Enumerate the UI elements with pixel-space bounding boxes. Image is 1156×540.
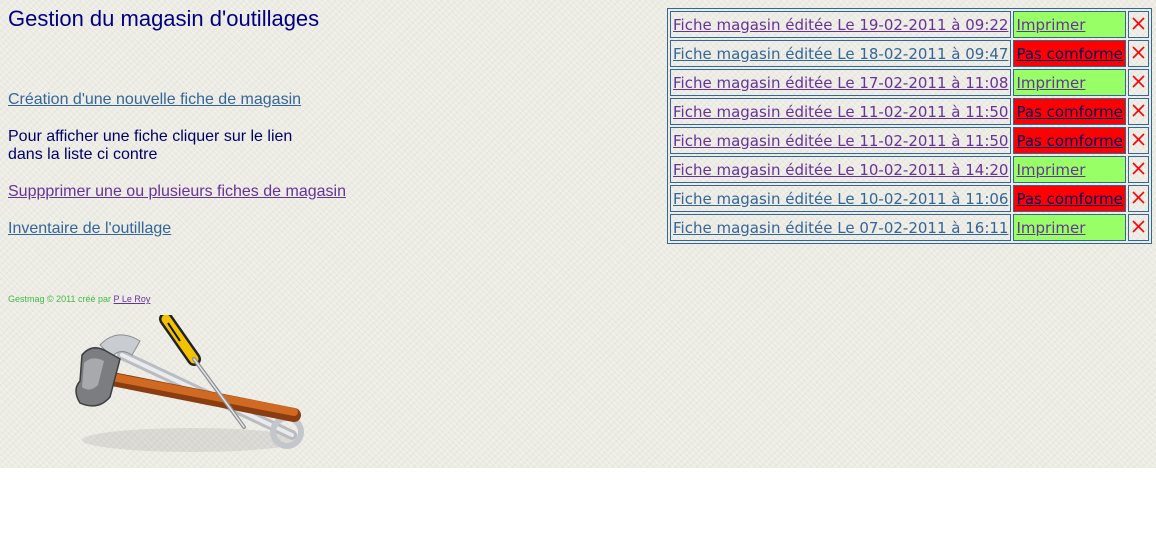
fiches-table: Fiche magasin éditée Le 19-02-2011 à 09:… <box>667 8 1152 244</box>
tools-illustration <box>75 315 304 452</box>
status-cell: Imprimer <box>1013 214 1126 241</box>
delete-cell <box>1127 185 1149 212</box>
fiche-cell: Fiche magasin éditée Le 18-02-2011 à 09:… <box>670 40 1012 67</box>
fiche-row: Fiche magasin éditée Le 10-02-2011 à 11:… <box>670 185 1149 212</box>
close-icon[interactable] <box>1131 132 1146 147</box>
close-icon[interactable] <box>1131 161 1146 176</box>
delete-cell <box>1127 40 1149 67</box>
info-text: Pour afficher une fiche cliquer sur le l… <box>8 128 292 164</box>
delete-cell <box>1127 11 1149 38</box>
fiche-row: Fiche magasin éditée Le 19-02-2011 à 09:… <box>670 11 1149 38</box>
info-line-2: dans la liste ci contre <box>8 146 158 163</box>
fiche-row: Fiche magasin éditée Le 10-02-2011 à 14:… <box>670 156 1149 183</box>
fiche-cell: Fiche magasin éditée Le 10-02-2011 à 11:… <box>670 185 1012 212</box>
fiche-row: Fiche magasin éditée Le 07-02-2011 à 16:… <box>670 214 1149 241</box>
fiche-cell: Fiche magasin éditée Le 07-02-2011 à 16:… <box>670 214 1012 241</box>
fiche-cell: Fiche magasin éditée Le 10-02-2011 à 14:… <box>670 156 1012 183</box>
close-icon[interactable] <box>1131 74 1146 89</box>
fiche-row: Fiche magasin éditée Le 17-02-2011 à 11:… <box>670 69 1149 96</box>
fiche-link[interactable]: Fiche magasin éditée Le 17-02-2011 à 11:… <box>673 74 1008 92</box>
fiche-cell: Fiche magasin éditée Le 11-02-2011 à 11:… <box>670 127 1012 154</box>
fiche-cell: Fiche magasin éditée Le 19-02-2011 à 09:… <box>670 11 1012 38</box>
footer: Gestmag © 2011 créé par P Le Roy <box>8 294 150 304</box>
close-icon[interactable] <box>1131 16 1146 31</box>
delete-cell <box>1127 127 1149 154</box>
status-cell: Pas comforme <box>1013 40 1126 67</box>
fiche-link[interactable]: Fiche magasin éditée Le 07-02-2011 à 16:… <box>673 219 1008 237</box>
status-cell: Imprimer <box>1013 156 1126 183</box>
fiche-link[interactable]: Fiche magasin éditée Le 18-02-2011 à 09:… <box>673 45 1008 63</box>
close-icon[interactable] <box>1131 219 1146 234</box>
footer-text: Gestmag © 2011 créé par <box>8 294 112 304</box>
delete-fiches-link[interactable]: Suppprimer une ou plusieurs fiches de ma… <box>8 183 346 201</box>
fiche-row: Fiche magasin éditée Le 18-02-2011 à 09:… <box>670 40 1149 67</box>
create-fiche-link[interactable]: Création d'une nouvelle fiche de magasin <box>8 91 301 109</box>
info-line-1: Pour afficher une fiche cliquer sur le l… <box>8 128 293 145</box>
print-link[interactable]: Imprimer <box>1016 161 1085 179</box>
print-link[interactable]: Imprimer <box>1016 16 1085 34</box>
status-cell: Pas comforme <box>1013 127 1126 154</box>
inventory-link[interactable]: Inventaire de l'outillage <box>8 220 171 238</box>
delete-cell <box>1127 69 1149 96</box>
non-conform-link[interactable]: Pas comforme <box>1016 103 1122 121</box>
author-link[interactable]: P Le Roy <box>114 294 151 304</box>
status-cell: Pas comforme <box>1013 98 1126 125</box>
screwdriver-icon <box>159 315 246 429</box>
non-conform-link[interactable]: Pas comforme <box>1016 190 1122 208</box>
status-cell: Imprimer <box>1013 11 1126 38</box>
status-cell: Imprimer <box>1013 69 1126 96</box>
non-conform-link[interactable]: Pas comforme <box>1016 45 1122 63</box>
close-icon[interactable] <box>1131 103 1146 118</box>
print-link[interactable]: Imprimer <box>1016 74 1085 92</box>
page-title: Gestion du magasin d'outillages <box>8 6 320 31</box>
fiche-link[interactable]: Fiche magasin éditée Le 10-02-2011 à 11:… <box>673 190 1008 208</box>
status-cell: Pas comforme <box>1013 185 1126 212</box>
delete-cell <box>1127 98 1149 125</box>
fiche-row: Fiche magasin éditée Le 11-02-2011 à 11:… <box>670 127 1149 154</box>
print-link[interactable]: Imprimer <box>1016 219 1085 237</box>
fiche-link[interactable]: Fiche magasin éditée Le 11-02-2011 à 11:… <box>673 132 1008 150</box>
close-icon[interactable] <box>1131 45 1146 60</box>
fiche-link[interactable]: Fiche magasin éditée Le 19-02-2011 à 09:… <box>673 16 1008 34</box>
close-icon[interactable] <box>1131 190 1146 205</box>
delete-cell <box>1127 156 1149 183</box>
fiche-link[interactable]: Fiche magasin éditée Le 11-02-2011 à 11:… <box>673 103 1008 121</box>
non-conform-link[interactable]: Pas comforme <box>1016 132 1122 150</box>
fiche-link[interactable]: Fiche magasin éditée Le 10-02-2011 à 14:… <box>673 161 1008 179</box>
fiche-cell: Fiche magasin éditée Le 11-02-2011 à 11:… <box>670 98 1012 125</box>
delete-cell <box>1127 214 1149 241</box>
fiche-cell: Fiche magasin éditée Le 17-02-2011 à 11:… <box>670 69 1012 96</box>
fiche-row: Fiche magasin éditée Le 11-02-2011 à 11:… <box>670 98 1149 125</box>
